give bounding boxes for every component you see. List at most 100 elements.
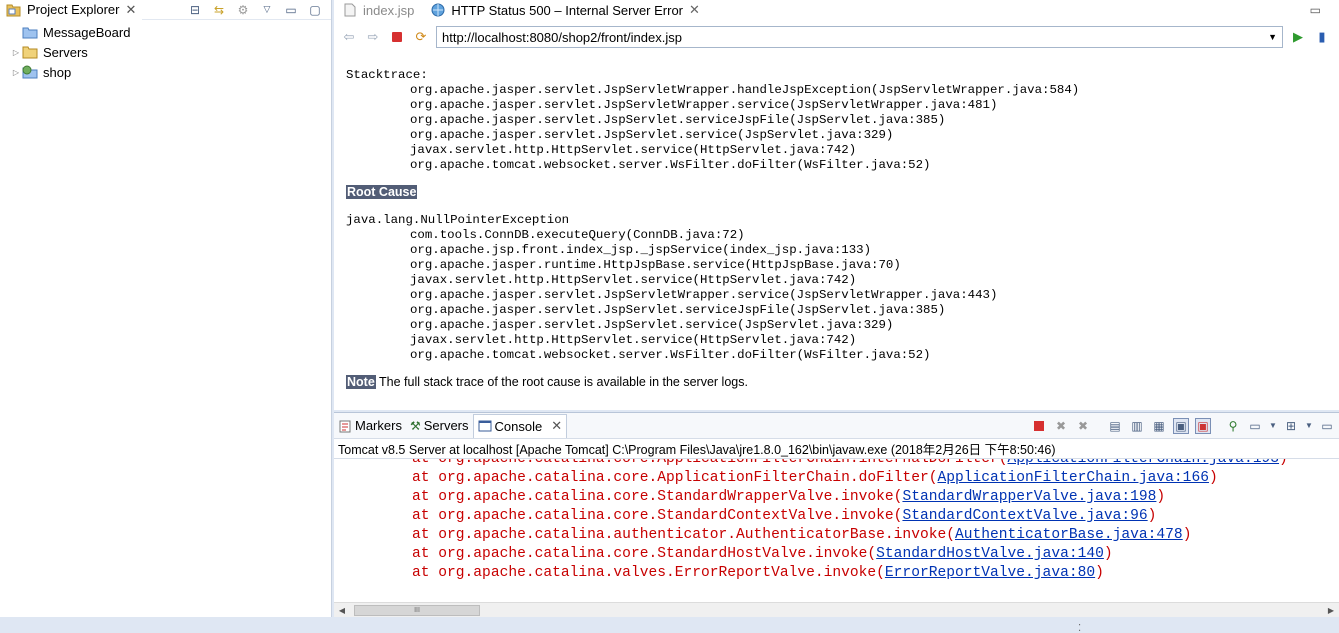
remove-launch-icon[interactable]: ✖	[1053, 418, 1069, 434]
trace-line: org.apache.jasper.runtime.HttpJspBase.se…	[410, 258, 901, 272]
tab-markers[interactable]: Markers	[334, 414, 406, 438]
console-line-text: )	[1156, 489, 1166, 505]
url-input[interactable]: http://localhost:8080/shop2/front/index.…	[436, 26, 1283, 48]
show-on-stderr-icon[interactable]: ▣	[1195, 417, 1211, 434]
url-text: http://localhost:8080/shop2/front/index.…	[442, 29, 682, 45]
minimize-icon[interactable]: ▭	[1310, 3, 1321, 17]
trace-line: org.apache.jasper.servlet.JspServletWrap…	[410, 288, 998, 302]
source-link[interactable]: AuthenticatorBase.java:478	[955, 527, 1183, 543]
maximize-icon[interactable]: ▢	[307, 2, 323, 18]
horizontal-scrollbar[interactable]: ◀ III ▶	[334, 602, 1339, 617]
tab-project-explorer[interactable]: Project Explorer ✕	[0, 0, 143, 20]
remove-all-terminated-icon[interactable]: ✖	[1075, 418, 1091, 434]
tab-label: Console	[494, 418, 543, 434]
trace-line: javax.servlet.http.HttpServlet.service(H…	[410, 333, 857, 347]
scrollbar-thumb[interactable]: III	[354, 604, 480, 616]
tab-servers[interactable]: ⚒ Servers	[406, 414, 473, 438]
stop-icon[interactable]	[388, 28, 406, 46]
close-icon[interactable]: ✕	[125, 2, 136, 18]
servers-icon: ⚒	[409, 418, 421, 433]
project-tree: ▷ MessageBoard ▷ Servers ▷ shop	[0, 20, 331, 82]
tree-item-messageboard[interactable]: ▷ MessageBoard	[0, 22, 331, 42]
chevron-down-icon[interactable]: ▼	[1268, 32, 1277, 42]
expand-arrow-icon[interactable]: ▷	[10, 68, 22, 77]
console-output[interactable]: at org.apache.catalina.core.ApplicationF…	[334, 459, 1339, 593]
trace-line: org.apache.jasper.servlet.JspServletWrap…	[410, 98, 998, 112]
refresh-icon[interactable]: ⟳	[412, 28, 430, 46]
browser-toolbar: ⇦ ⇨ ⟳ http://localhost:8080/shop2/front/…	[334, 20, 1339, 54]
expand-arrow-icon[interactable]: ▷	[10, 48, 22, 57]
back-icon[interactable]: ⇦	[340, 28, 358, 46]
source-link[interactable]: StandardContextValve.java:96	[902, 508, 1147, 524]
console-toolbar: ✖ ✖ ▤ ▥ ▦ ▣ ▣ ⚲ ▭ ▼ ⊞ ▼ ▭	[1031, 417, 1339, 434]
minimize-icon[interactable]: ▭	[283, 2, 299, 18]
chevron-down-icon[interactable]: ▼	[1305, 418, 1313, 434]
trace-line: org.apache.tomcat.websocket.server.WsFil…	[410, 348, 931, 362]
tree-item-shop[interactable]: ▷ shop	[0, 62, 331, 82]
console-line: at org.apache.catalina.core.StandardHost…	[412, 545, 1339, 564]
editor-tabbar: index.jsp HTTP Status 500 – Internal Ser…	[334, 0, 1339, 20]
terminate-icon[interactable]	[1031, 418, 1047, 434]
clear-console-icon[interactable]: ▤	[1107, 418, 1123, 434]
forward-icon[interactable]: ⇨	[364, 28, 382, 46]
view-menu-icon[interactable]: ▽	[259, 2, 275, 18]
tab-label: index.jsp	[363, 2, 415, 18]
trace-line: javax.servlet.http.HttpServlet.service(H…	[410, 143, 857, 157]
go-icon[interactable]: ▶	[1289, 28, 1307, 46]
note-line: Note The full stack trace of the root ca…	[346, 375, 1327, 390]
display-console-icon[interactable]: ▭	[1247, 418, 1263, 434]
trace-line: com.tools.ConnDB.executeQuery(ConnDB.jav…	[410, 228, 745, 242]
scroll-lock-icon[interactable]: ▥	[1129, 418, 1145, 434]
project-folder-icon	[22, 27, 38, 39]
project-explorer-title: Project Explorer	[27, 2, 120, 17]
root-trace-list: com.tools.ConnDB.executeQuery(ConnDB.jav…	[346, 228, 1327, 363]
pin-console-icon[interactable]: ⚲	[1225, 418, 1241, 434]
note-label: Note	[346, 375, 376, 389]
source-link[interactable]: ErrorReportValve.java:80	[885, 565, 1095, 581]
tab-label: Servers	[423, 418, 469, 433]
source-link[interactable]: ApplicationFilterChain.java:166	[937, 470, 1209, 486]
console-line-text: at org.apache.catalina.authenticator.Aut…	[412, 527, 955, 543]
markers-icon	[339, 420, 351, 432]
scroll-right-icon[interactable]: ▶	[1323, 606, 1339, 615]
source-link[interactable]: ApplicationFilterChain.java:193	[1008, 459, 1280, 467]
console-line-text: at org.apache.catalina.core.StandardCont…	[412, 508, 903, 524]
trace-line: org.apache.jasper.servlet.JspServlet.ser…	[410, 113, 946, 127]
scroll-left-icon[interactable]: ◀	[334, 606, 350, 615]
browser-menu-icon[interactable]: ▮	[1313, 28, 1331, 46]
word-wrap-icon[interactable]: ▦	[1151, 418, 1167, 434]
console-line-text: )	[1182, 527, 1192, 543]
tab-index-jsp[interactable]: index.jsp	[334, 0, 422, 20]
close-icon[interactable]: ✕	[551, 418, 562, 434]
tab-label: Markers	[355, 418, 402, 433]
error-page-content: Stacktrace: org.apache.jasper.servlet.Js…	[334, 54, 1339, 404]
console-tabbar: Markers ⚒ Servers Console ✕ ✖ ✖ ▤ ▥ ▦ ▣ …	[334, 413, 1339, 439]
source-link[interactable]: StandardWrapperValve.java:198	[902, 489, 1156, 505]
show-on-stdout-icon[interactable]: ▣	[1173, 417, 1189, 434]
console-line-text: )	[1208, 470, 1218, 486]
tab-console[interactable]: Console ✕	[472, 413, 568, 438]
open-console-icon[interactable]: ⊞	[1283, 418, 1299, 434]
stacktrace-label: Stacktrace:	[346, 68, 428, 82]
trace-line: org.apache.jasper.servlet.JspServletWrap…	[410, 83, 1080, 97]
trace-line: org.apache.jsp.front.index_jsp._jspServi…	[410, 243, 872, 257]
browser-globe-icon	[431, 3, 445, 17]
source-link[interactable]: StandardHostValve.java:140	[876, 546, 1104, 562]
tab-http-status-500[interactable]: HTTP Status 500 – Internal Server Error …	[422, 0, 708, 20]
close-icon[interactable]: ✕	[689, 2, 700, 18]
console-line: at org.apache.catalina.core.ApplicationF…	[412, 469, 1339, 488]
editor-area: index.jsp HTTP Status 500 – Internal Ser…	[334, 0, 1339, 410]
chevron-down-icon[interactable]: ▼	[1269, 418, 1277, 434]
link-with-editor-icon[interactable]: ⇆	[211, 2, 227, 18]
filter-icon[interactable]: ⚙	[235, 2, 251, 18]
trace-line: org.apache.jasper.servlet.JspServlet.ser…	[410, 303, 946, 317]
folder-icon	[22, 46, 38, 59]
collapse-all-icon[interactable]: ⊟	[187, 2, 203, 18]
console-line-text: at org.apache.catalina.core.StandardWrap…	[412, 489, 903, 505]
minimize-icon[interactable]: ▭	[1319, 418, 1335, 434]
tree-item-servers[interactable]: ▷ Servers	[0, 42, 331, 62]
status-indicator: ⁚	[1078, 623, 1082, 633]
console-line-text: )	[1103, 546, 1113, 562]
project-explorer-icon	[6, 4, 21, 16]
note-text: The full stack trace of the root cause i…	[379, 375, 748, 389]
